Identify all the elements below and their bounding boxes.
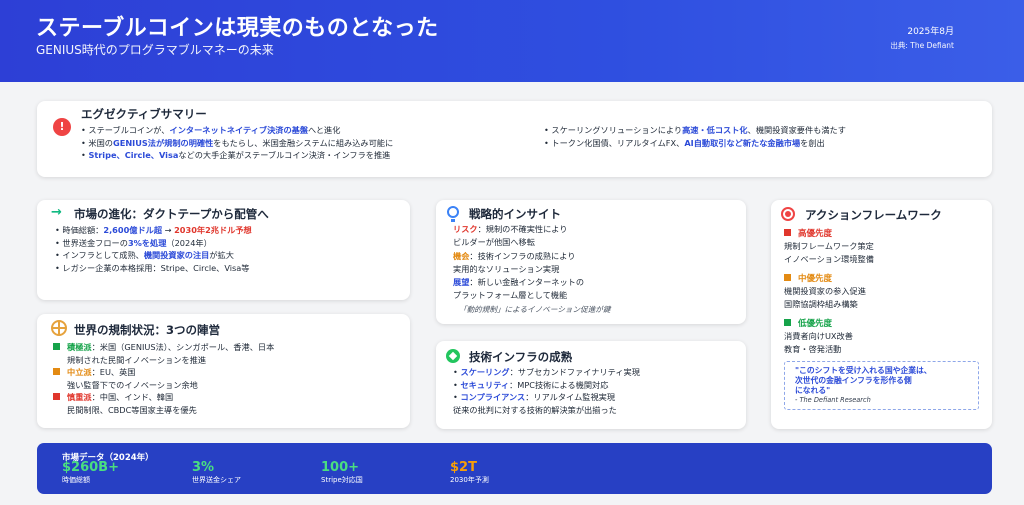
executive-summary-left-column: • ステーブルコインが、インターネットネイティブ決済の基盤へと進化 • 米国のG… xyxy=(81,124,393,162)
action-framework-card: アクションフレームワーク 高優先度 規制フレームワーク策定 イノベーション環境整… xyxy=(771,200,992,429)
exclamation-icon: ! xyxy=(53,118,71,136)
market-data-banner: 市場データ（2024年） $260B+ 時価総額 3% 世界送金シェア 100+… xyxy=(37,443,992,494)
regulation-camp-item: 積極派：米国（GENIUS法）、シンガポール、香港、日本 規制された民間イノベー… xyxy=(53,341,274,366)
header-banner: ステーブルコインは現実のものとなった GENIUS時代のプログラマブルマネーの未… xyxy=(0,0,1024,82)
executive-summary-title: エグゼクティブサマリー xyxy=(81,107,207,121)
red-square-icon xyxy=(53,393,60,400)
quote-box: "このシフトを受け入れる国や企業は、 次世代の金融インフラを形作る側 になれる"… xyxy=(784,361,979,410)
summary-line: • トークン化国債、リアルタイムFX、AI自動取引など新たな金融市場を創出 xyxy=(544,137,825,148)
insight-block: 展望：新しい金融インターネットの プラットフォーム層として機能 xyxy=(453,277,585,300)
page-subtitle: GENIUS時代のプログラマブルマネーの未来 xyxy=(36,43,274,57)
regulation-camp-item: 中立派：EU、英国 強い監督下でのイノベーション余地 xyxy=(53,366,198,391)
regulation-title: 世界の規制状況：3つの陣営 xyxy=(74,323,221,337)
green-square-icon xyxy=(53,343,60,350)
stat-2030-forecast: $2T 2030年予測 xyxy=(450,460,489,484)
insight-block: 機会：技術インフラの成熟により 実用的なソリューション実現 xyxy=(453,251,576,274)
lightbulb-icon xyxy=(447,206,459,222)
quote-attribution: - The Defiant Research xyxy=(795,396,871,404)
orange-square-icon xyxy=(784,274,791,281)
regulation-camp-item: 慎重派：中国、インド、韓国 民間制限、CBDC等国家主導を優先 xyxy=(53,391,197,416)
summary-line: • ステーブルコインが、インターネットネイティブ決済の基盤へと進化 xyxy=(81,125,341,135)
regulation-card: 世界の規制状況：3つの陣営 積極派：米国（GENIUS法）、シンガポール、香港、… xyxy=(37,314,410,428)
insight-block: リスク：規制の不確実性により ビルダーが他国へ移転 xyxy=(453,224,568,247)
tech-infra-list: • スケーリング：サブセカンドファイナリティ実現 • セキュリティ：MPC技術に… xyxy=(453,366,640,416)
red-square-icon xyxy=(784,229,791,236)
insight-note: 「動的規制」によるイノベーション促進が鍵 xyxy=(459,305,611,314)
tech-infra-title: 技術インフラの成熟 xyxy=(469,350,573,364)
list-item: • 世界送金フローの3%を処理（2024年） xyxy=(55,237,212,248)
source-label: 出典: The Defiant xyxy=(890,41,954,50)
list-item: • コンプライアンス：リアルタイム監視実現 xyxy=(453,392,616,402)
summary-line: • スケーリングソリューションにより高速・低コスト化、機関投資家要件も満たす xyxy=(544,125,846,135)
list-item: • 時価総額：2,600億ドル超 → 2030年2兆ドル予想 xyxy=(55,225,252,235)
list-item: • レガシー企業の本格採用：Stripe、Circle、Visa等 xyxy=(55,262,250,273)
tech-infra-footer: 従来の批判に対する技術的解決策が出揃った xyxy=(453,404,617,415)
orange-square-icon xyxy=(53,368,60,375)
green-square-icon xyxy=(784,319,791,326)
arrow-right-icon: → xyxy=(51,205,62,220)
priority-high: 高優先度 規制フレームワーク策定 イノベーション環境整備 xyxy=(784,229,874,264)
executive-summary-right-column: • スケーリングソリューションにより高速・低コスト化、機関投資家要件も満たす •… xyxy=(544,124,846,149)
strategic-insight-card: 戦略的インサイト リスク：規制の不確実性により ビルダーが他国へ移転 機会：技術… xyxy=(436,200,746,324)
strategic-insight-title: 戦略的インサイト xyxy=(469,207,561,221)
tech-infra-card: 技術インフラの成熟 • スケーリング：サブセカンドファイナリティ実現 • セキュ… xyxy=(436,341,746,429)
globe-icon xyxy=(51,320,67,336)
stat-market-cap: $260B+ 時価総額 xyxy=(62,460,119,484)
page-title: ステーブルコインは現実のものとなった xyxy=(36,16,439,41)
market-evolution-title: 市場の進化：ダクトテープから配管へ xyxy=(74,207,269,221)
report-date: 2025年8月 xyxy=(907,27,954,37)
action-framework-title: アクションフレームワーク xyxy=(805,208,942,222)
priority-medium: 中優先度 機関投資家の参入促進 国際協調枠組み構築 xyxy=(784,274,866,309)
stat-stripe-countries: 100+ Stripe対応国 xyxy=(321,460,363,484)
summary-line: • Stripe、Circle、Visaなどの大手企業がステーブルコイン決済・イ… xyxy=(81,150,391,160)
list-item: • スケーリング：サブセカンドファイナリティ実現 xyxy=(453,367,640,377)
market-evolution-list: • 時価総額：2,600億ドル超 → 2030年2兆ドル予想 • 世界送金フロー… xyxy=(55,224,252,274)
infrastructure-icon xyxy=(446,349,460,363)
executive-summary-card: ! エグゼクティブサマリー • ステーブルコインが、インターネットネイティブ決済… xyxy=(37,101,992,177)
summary-line: • 米国のGENIUS法が規制の明確性をもたらし、米国金融システムに組み込み可能… xyxy=(81,137,394,148)
market-evolution-card: → 市場の進化：ダクトテープから配管へ • 時価総額：2,600億ドル超 → 2… xyxy=(37,200,410,300)
target-icon xyxy=(781,207,795,221)
priority-low: 低優先度 消費者向けUX改善 教育・啓発活動 xyxy=(784,319,853,354)
stat-remittance-share: 3% 世界送金シェア xyxy=(192,460,241,484)
list-item: • インフラとして成熟、機関投資家の注目が拡大 xyxy=(55,250,234,260)
list-item: • セキュリティ：MPC技術による機関対応 xyxy=(453,379,609,390)
